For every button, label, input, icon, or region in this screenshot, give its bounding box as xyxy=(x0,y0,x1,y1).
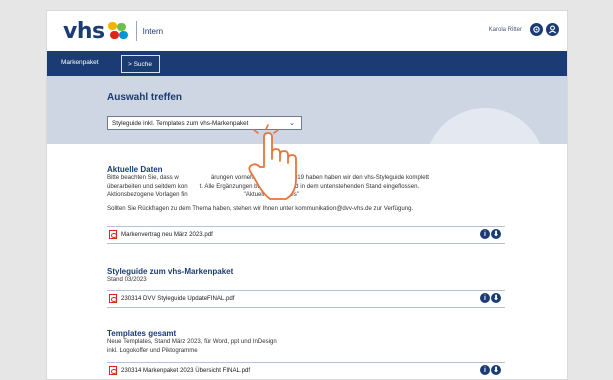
logo-mark-icon xyxy=(107,22,129,40)
row-divider xyxy=(107,362,505,363)
section-title: Templates gesamt xyxy=(107,329,177,338)
section-title: Styleguide zum vhs-Markenpaket xyxy=(107,267,234,276)
section-contact-text: Sollten Sie Rückfragen zu dem Thema habe… xyxy=(107,204,414,212)
hero-decoration xyxy=(425,108,545,144)
file-link[interactable]: 230314 DVV Styleguide UpdateFINAL.pdf xyxy=(121,295,234,302)
row-divider xyxy=(107,226,505,227)
file-row[interactable]: 230314 Markenpaket 2023 Übersicht FINAL.… xyxy=(107,362,505,379)
settings-icon[interactable] xyxy=(530,23,543,36)
vhs-logo[interactable]: vhs Intern xyxy=(63,18,164,44)
user-name[interactable]: Karola Ritter xyxy=(489,27,522,33)
file-actions: i ⬇ xyxy=(479,365,501,375)
section-styleguide: Styleguide zum vhs-Markenpaket Stand 03/… xyxy=(107,267,505,285)
header: vhs Intern Karola Ritter xyxy=(47,11,567,51)
page: vhs Intern Karola Ritter Markenpaket > S… xyxy=(46,10,568,380)
file-link[interactable]: 230314 Markenpaket 2023 Übersicht FINAL.… xyxy=(121,367,250,374)
pdf-icon xyxy=(109,230,117,239)
breadcrumb-nav: Markenpaket > Suche xyxy=(47,51,567,76)
file-row[interactable]: Markenvertrag neu März 2023.pdf i ⬇ xyxy=(107,226,505,244)
file-row[interactable]: 230314 DVV Styleguide UpdateFINAL.pdf i … xyxy=(107,290,505,308)
select-value: Styleguide inkl. Templates zum vhs-Marke… xyxy=(112,119,249,127)
hero-title: Auswahl treffen xyxy=(107,92,183,103)
info-icon[interactable]: i xyxy=(480,365,490,375)
logo-divider xyxy=(135,21,137,41)
pdf-icon xyxy=(109,294,117,303)
download-icon[interactable]: ⬇ xyxy=(491,365,501,375)
section-templates: Templates gesamt Neue Templates, Stand M… xyxy=(107,329,505,355)
info-icon[interactable]: i xyxy=(480,293,490,303)
file-actions: i ⬇ xyxy=(479,229,501,239)
logo-text: vhs xyxy=(63,18,105,44)
pdf-icon xyxy=(109,366,117,375)
download-icon[interactable]: ⬇ xyxy=(491,293,501,303)
pointer-hand-icon xyxy=(248,124,297,200)
download-icon[interactable]: ⬇ xyxy=(491,229,501,239)
file-link[interactable]: Markenvertrag neu März 2023.pdf xyxy=(121,231,213,238)
user-icon[interactable] xyxy=(546,23,559,36)
logo-subtitle: Intern xyxy=(142,26,164,36)
file-actions: i ⬇ xyxy=(479,293,501,303)
section-text: Stand 03/2023 xyxy=(107,276,147,283)
section-text: inkl. Logokoffer und Piktogramme xyxy=(107,346,198,354)
user-area: Karola Ritter xyxy=(489,23,559,36)
row-divider xyxy=(107,290,505,291)
info-icon[interactable]: i xyxy=(480,229,490,239)
breadcrumb-root[interactable]: Markenpaket xyxy=(61,59,99,66)
breadcrumb-search[interactable]: > Suche xyxy=(121,55,161,73)
section-text: Neue Templates, Stand März 2023, für Wor… xyxy=(107,338,277,345)
